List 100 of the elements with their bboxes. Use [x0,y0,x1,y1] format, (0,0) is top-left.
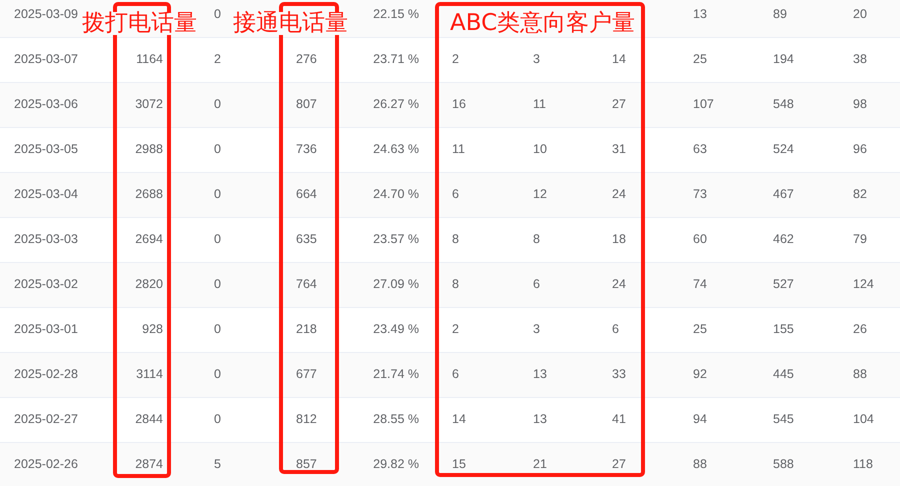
table-cell: 8 [452,232,459,246]
date-cell: 2025-03-02 [14,277,78,292]
table-cell: 3114 [136,367,163,382]
table-cell: 25 [693,52,707,66]
table-cell: 98 [853,97,867,112]
table-cell: 0 [214,412,221,426]
table-cell: 12 [533,187,547,202]
table-cell: 462 [773,232,794,246]
table-cell: 6 [612,322,619,336]
table-cell: 8 [452,277,459,292]
table-cell: 41 [612,412,626,426]
table-cell: 38 [853,52,867,66]
table-cell: 6 [452,187,459,202]
table-cell: 88 [693,457,707,472]
table-cell: 24 [612,187,626,202]
annotation-label: 接通电话量 [233,12,348,35]
table-cell: 0 [214,97,221,112]
table-cell: 155 [773,322,794,336]
date-cell: 2025-02-26 [14,457,78,472]
table-cell: 3 [533,52,540,66]
table-cell: 60 [693,232,707,246]
table-cell: 445 [773,367,794,382]
rate-cell: 24.63 % [373,142,419,156]
table-cell: 33 [612,367,626,382]
table-cell: 124 [853,277,874,292]
table-cell: 736 [296,142,317,156]
table-cell: 24 [612,277,626,292]
table-cell: 88 [853,367,867,382]
date-cell: 2025-03-07 [14,52,78,66]
table-cell: 677 [296,367,317,382]
table-cell: 928 [142,322,163,336]
table-cell: 118 [853,457,873,472]
table-cell: 6 [452,367,459,382]
table-cell: 194 [773,52,794,66]
table-cell: 2694 [135,232,163,246]
table-cell: 11 [452,142,465,156]
table-cell: 0 [214,322,221,336]
date-cell: 2025-03-01 [14,322,78,336]
table-cell: 5 [214,457,221,472]
table-cell: 3072 [135,97,163,112]
table-cell: 3 [533,322,540,336]
date-cell: 2025-02-27 [14,412,78,426]
table-cell: 2688 [135,187,163,202]
table-cell: 857 [296,457,317,472]
table-cell: 20 [853,6,867,21]
rate-cell: 23.57 % [373,232,419,246]
table-cell: 94 [693,412,707,426]
table-cell: 467 [773,187,794,202]
table-cell: 10 [533,142,547,156]
table-cell: 63 [693,142,707,156]
rate-cell: 23.71 % [373,52,419,66]
table-cell: 107 [693,97,714,112]
table-cell: 548 [773,97,794,112]
table-cell: 527 [773,277,794,292]
rate-cell: 29.82 % [373,457,419,472]
table-cell: 2 [452,52,459,66]
table-cell: 545 [773,412,794,426]
rate-cell: 22.15 % [373,6,419,21]
table-cell: 807 [296,97,317,112]
table-cell: 25 [693,322,707,336]
date-cell: 2025-03-05 [14,142,78,156]
table-cell: 96 [853,142,867,156]
annotation-label: 拨打电话量 [82,12,197,35]
table-cell: 16 [452,97,466,112]
table-cell: 2 [452,322,459,336]
table-cell: 0 [214,232,221,246]
table-cell: 524 [773,142,794,156]
date-cell: 2025-03-06 [14,97,78,112]
table-cell: 13 [693,6,707,21]
table-cell: 2844 [135,412,163,426]
table-cell: 74 [693,277,707,292]
table-cell: 276 [296,52,317,66]
date-cell: 2025-02-28 [14,367,78,382]
table-cell: 27 [612,97,626,112]
table-cell: 21 [533,457,547,472]
table-cell: 13 [533,412,547,426]
table-cell: 89 [773,6,787,21]
table-cell: 82 [853,187,867,202]
table-cell: 31 [612,142,626,156]
table-cell: 0 [214,367,221,382]
table-cell: 73 [693,187,707,202]
table-cell: 14 [612,52,626,66]
table-cell: 8 [533,232,540,246]
table-cell: 0 [214,6,221,21]
table-cell: 6 [533,277,540,292]
table-cell: 2 [214,52,221,66]
rate-cell: 23.49 % [373,322,419,336]
rate-cell: 21.74 % [373,367,419,382]
table-cell: 0 [214,142,221,156]
table-cell: 664 [296,187,317,202]
table-cell: 764 [296,277,317,292]
table-cell: 92 [693,367,707,382]
table-cell: 14 [452,412,466,426]
table-cell: 11 [533,97,546,112]
table-cell: 2820 [135,277,163,292]
table-cell: 1164 [136,52,163,66]
table-cell: 588 [773,457,794,472]
table-cell: 13 [533,367,547,382]
date-cell: 2025-03-04 [14,187,78,202]
table-cell: 79 [853,232,867,246]
